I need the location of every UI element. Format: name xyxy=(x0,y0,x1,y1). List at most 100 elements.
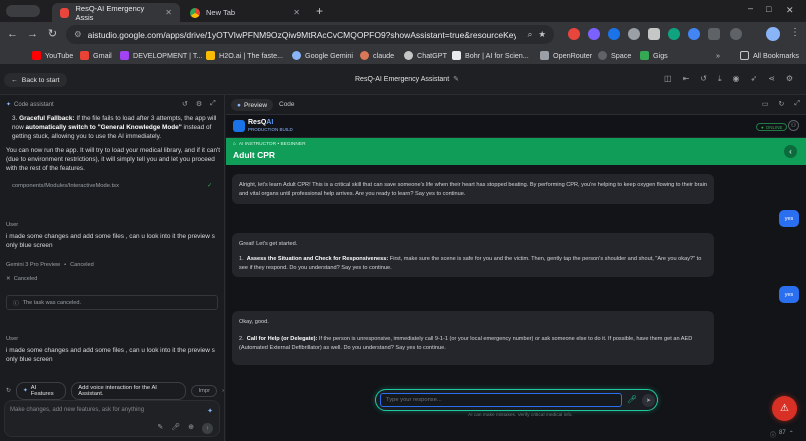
user-icon[interactable]: ⚇ xyxy=(788,120,799,131)
assistant-header: ✦ Code assistant xyxy=(6,101,54,109)
bookmark-gemini[interactable]: Google Gemini xyxy=(292,51,353,60)
extension-icon[interactable] xyxy=(588,28,600,40)
all-bookmarks[interactable]: All Bookmarks xyxy=(740,51,799,60)
bookmark-claude[interactable]: claude xyxy=(360,51,394,60)
bookmark-development[interactable]: DEVELOPMENT | T... xyxy=(120,51,203,60)
canceled-text: Canceled xyxy=(13,276,38,282)
settings-icon[interactable]: ⚙ xyxy=(196,100,202,108)
code-assistant-panel: ✦ Code assistant ↺ ⚙ ⤢ 3. Graceful Fallba… xyxy=(0,95,225,441)
resq-favicon-icon xyxy=(60,7,70,18)
file-chip[interactable]: components/Modules/InteractiveMode.tsx ✓ xyxy=(6,180,218,192)
window-maximize-icon[interactable]: □ xyxy=(766,4,771,14)
youtube-icon xyxy=(32,51,41,60)
chevron-right-icon[interactable]: › xyxy=(222,388,224,394)
chip-improve[interactable]: Impr xyxy=(191,385,218,397)
share-icon[interactable]: ⇤ xyxy=(683,74,690,84)
send-icon[interactable]: ↑ xyxy=(202,423,213,434)
user-message: i made some changes and add some files ,… xyxy=(6,233,215,249)
close-tab-icon[interactable]: ✕ xyxy=(165,8,172,17)
extension-icon[interactable] xyxy=(628,28,640,40)
settings-icon[interactable]: ⚙ xyxy=(786,74,793,84)
menu-icon[interactable]: ⋮ xyxy=(790,27,800,38)
microphone-icon[interactable]: 🎤︎ xyxy=(627,395,637,404)
reload-icon[interactable]: ↻ xyxy=(46,28,59,41)
extension-icon[interactable] xyxy=(568,28,580,40)
step-number: 2. xyxy=(239,336,244,342)
input-placeholder: Type your response... xyxy=(386,397,442,403)
header-actions: ◫ ⇤ ↺ ⤓ ◉ ➶ ⋖ ⚙ xyxy=(664,74,793,84)
tab-new[interactable]: New Tab ✕ xyxy=(182,3,308,22)
bookmark-bohr[interactable]: Bohr | AI for Scien... xyxy=(452,51,529,60)
fullscreen-icon[interactable]: ⤢ xyxy=(794,100,800,108)
profile-avatar[interactable] xyxy=(766,27,780,41)
history-icon[interactable]: ↺ xyxy=(700,74,707,84)
back-to-start-button[interactable]: ← Back to start xyxy=(4,73,67,87)
chip-voice[interactable]: Add voice interaction for the AI Assista… xyxy=(71,382,187,400)
share-link-icon[interactable]: ⋖ xyxy=(768,74,775,84)
bookmark-chatgpt[interactable]: ChatGPT xyxy=(404,51,447,60)
step-number: 1. xyxy=(239,256,244,262)
ai-message: Great! Let's get started. 1. Assess the … xyxy=(232,233,714,277)
bookmark-openrouter[interactable]: OpenRouter xyxy=(540,51,592,60)
window-minimize-icon[interactable]: – xyxy=(748,3,753,13)
extensions-puzzle-icon[interactable] xyxy=(708,28,720,40)
github-icon[interactable]: ◉ xyxy=(733,74,740,84)
device-icon[interactable]: ▭ xyxy=(762,100,769,108)
chip-ai-features[interactable]: ✦ AI Features xyxy=(15,382,67,400)
bookmark-h2o[interactable]: H2O.ai | The faste... xyxy=(206,51,283,60)
input-actions: ✎ 🎤︎ ⊕ ↑ xyxy=(157,423,213,434)
banner-title: Adult CPR xyxy=(233,150,276,160)
folder-icon xyxy=(740,51,749,60)
bookmark-gmail[interactable]: Gmail xyxy=(80,51,112,60)
extension-icon[interactable] xyxy=(608,28,620,40)
chevron-up-icon[interactable]: ⌃ xyxy=(789,430,794,439)
sparkle-icon[interactable]: ✦ xyxy=(207,407,213,415)
online-label: ONLINE xyxy=(765,124,783,130)
check-circle-icon: ✓ xyxy=(207,183,212,189)
bookmark-space[interactable]: Space xyxy=(598,51,631,60)
url-text: aistudio.google.com/apps/drive/1yOTVIwPF… xyxy=(87,29,516,40)
extension-icon[interactable] xyxy=(688,28,700,40)
assistant-input[interactable]: Make changes, add new features, ask for … xyxy=(4,400,220,437)
emergency-sos-button[interactable]: ⚠ xyxy=(772,396,797,421)
chrome-icon xyxy=(190,7,200,18)
close-tab-icon[interactable]: ✕ xyxy=(293,8,300,17)
graduation-cap-icon: ⌂ xyxy=(233,142,236,147)
extension-icon[interactable] xyxy=(668,28,680,40)
bookmark-youtube[interactable]: YouTube xyxy=(32,51,73,60)
extension-icon[interactable] xyxy=(648,28,660,40)
tab-code[interactable]: Code xyxy=(279,101,295,108)
new-tab-icon[interactable]: + xyxy=(316,4,323,18)
collapse-chevron-icon[interactable]: ‹ xyxy=(784,145,797,158)
refresh-icon[interactable]: ↻ xyxy=(6,388,11,394)
deploy-icon[interactable]: ➶ xyxy=(751,74,758,84)
send-icon[interactable]: ➤ xyxy=(642,394,655,407)
back-icon[interactable]: ← xyxy=(6,28,19,41)
site-info-icon[interactable]: ⚙ xyxy=(74,29,82,40)
forward-icon[interactable]: → xyxy=(26,28,39,41)
add-icon[interactable]: ⊕ xyxy=(188,423,194,434)
search-icon[interactable]: ⌕ xyxy=(528,29,533,40)
tab-resq[interactable]: ResQ-AI Emergency Assis ✕ xyxy=(52,3,180,22)
chevron-right-icon[interactable]: » xyxy=(716,51,720,60)
address-bar[interactable]: ⚙ aistudio.google.com/apps/drive/1yOTVIw… xyxy=(66,25,554,44)
refresh-icon[interactable]: ↻ xyxy=(779,100,785,108)
window-close-icon[interactable]: ✕ xyxy=(786,5,794,16)
download-icon[interactable] xyxy=(730,28,742,40)
browser-toolbar: ← → ↻ ⚙ aistudio.google.com/apps/drive/1… xyxy=(0,22,806,47)
expand-icon[interactable]: ⤢ xyxy=(210,100,216,108)
bookmark-star-icon[interactable]: ★ xyxy=(538,29,546,40)
lock-icon[interactable]: ◫ xyxy=(664,74,672,84)
app-header: ← Back to start ResQ-AI Emergency Assista… xyxy=(0,65,806,95)
tab-group-button[interactable] xyxy=(6,5,40,17)
microphone-icon[interactable]: 🎤︎ xyxy=(171,423,180,434)
magic-edit-icon[interactable]: ✎ xyxy=(157,423,163,434)
edit-icon[interactable]: ✎ xyxy=(453,75,459,83)
bookmark-gigs[interactable]: Gigs xyxy=(640,51,668,60)
gmail-icon xyxy=(80,51,89,60)
download-icon[interactable]: ⤓ xyxy=(718,74,722,84)
history-icon[interactable]: ↺ xyxy=(182,100,188,108)
tab-preview[interactable]: ● Preview xyxy=(231,99,274,111)
response-input[interactable]: Type your response... xyxy=(380,393,622,407)
gemini-icon xyxy=(292,51,301,60)
